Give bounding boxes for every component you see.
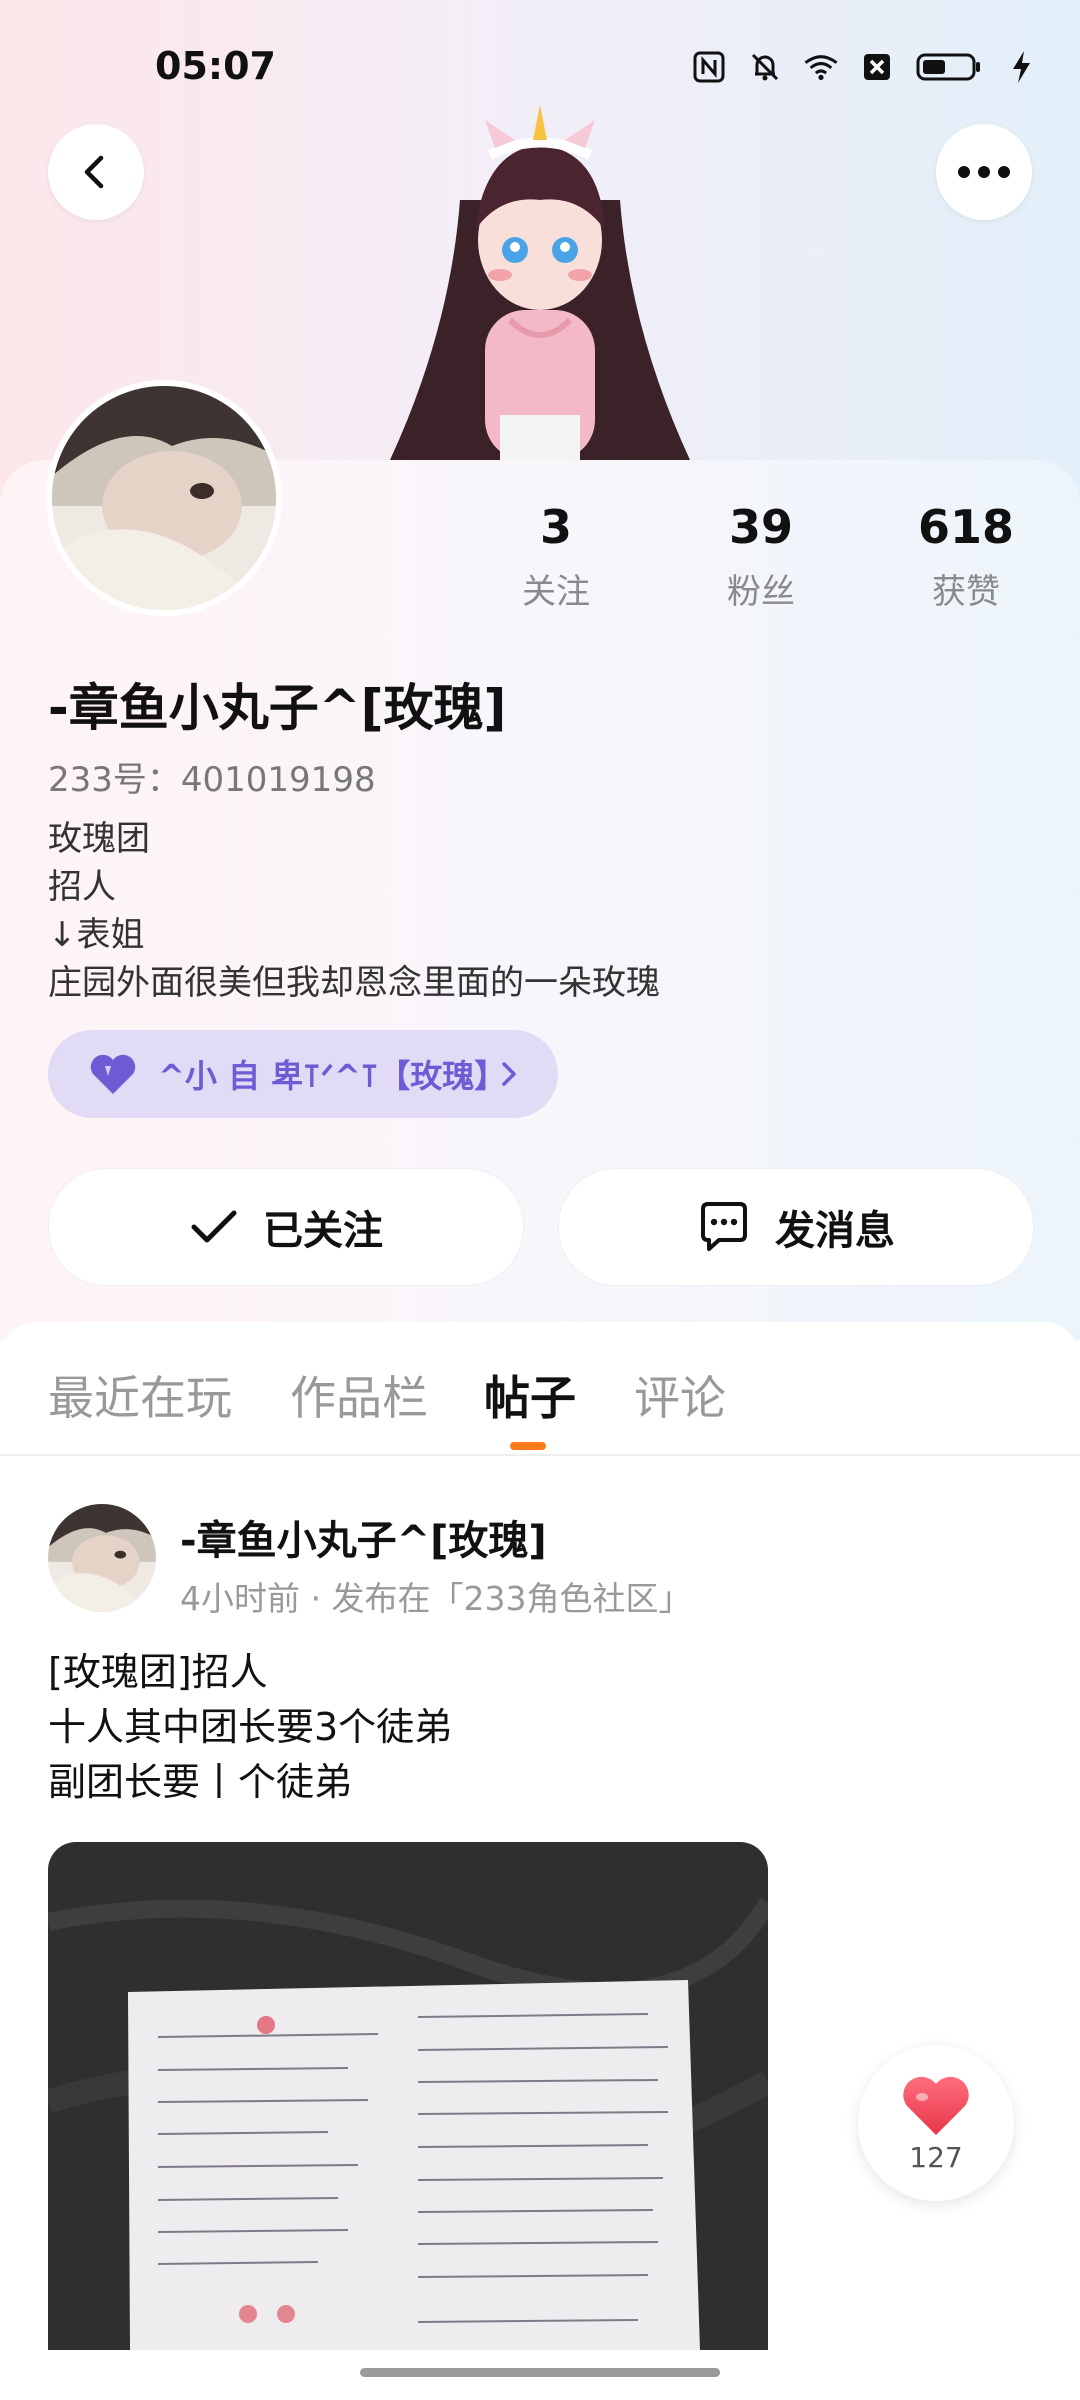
post-line: 副团长要丨个徒弟 xyxy=(48,1760,353,1804)
profile-username: -章鱼小丸子^[玫瑰] xyxy=(48,679,507,737)
post-image[interactable] xyxy=(48,1842,768,2350)
stat-following[interactable]: 3 关注 xyxy=(476,500,636,613)
post-body[interactable]: [玫瑰团]招人 十人其中团长要3个徒弟 副团长要丨个徒弟 xyxy=(48,1645,452,1810)
more-dots-icon xyxy=(958,166,1010,178)
profile-bio: 玫瑰团 招人 ↓表姐 庄园外面很美但我却恩念里面的一朵玫瑰 xyxy=(48,815,660,1007)
tab-comments[interactable]: 评论 xyxy=(634,1362,726,1428)
like-count: 127 xyxy=(909,2140,963,2174)
stat-likes-label: 获赞 xyxy=(932,572,1000,612)
tab-recently-played[interactable]: 最近在玩 xyxy=(48,1362,232,1428)
sim-off-icon xyxy=(858,48,896,86)
status-time: 05:07 xyxy=(155,44,276,88)
post-avatar-photo xyxy=(48,1504,156,1612)
battery-icon xyxy=(914,48,984,86)
post-line: [玫瑰团]招人 xyxy=(48,1650,268,1694)
group-tag-pill[interactable]: ^小 自 卑⊺ᐟ^⊺【玫瑰】 xyxy=(48,1030,558,1118)
send-message-button[interactable]: 发消息 xyxy=(558,1168,1034,1286)
check-icon xyxy=(191,1210,237,1243)
status-icons xyxy=(690,48,1040,86)
stat-fans[interactable]: 39 粉丝 xyxy=(681,500,841,613)
bio-line: ↓表姐 xyxy=(48,915,145,955)
tabs-divider xyxy=(0,1454,1080,1456)
like-button[interactable]: 127 xyxy=(858,2045,1014,2201)
stat-likes[interactable]: 618 获赞 xyxy=(886,500,1046,613)
stat-fans-value: 39 xyxy=(728,500,793,554)
chat-bubble-icon xyxy=(701,1202,747,1251)
home-indicator[interactable] xyxy=(360,2368,720,2377)
send-message-label: 发消息 xyxy=(775,1208,895,1254)
stat-following-label: 关注 xyxy=(522,572,590,612)
back-button[interactable] xyxy=(48,124,144,220)
more-options-button[interactable] xyxy=(936,124,1032,220)
followed-button-label: 已关注 xyxy=(263,1208,383,1254)
heart-icon xyxy=(903,2076,969,2135)
stat-fans-label: 粉丝 xyxy=(727,572,795,612)
bio-line: 招人 xyxy=(48,867,116,907)
heart-badge-icon xyxy=(90,1054,136,1094)
group-tag-label: ^小 自 卑⊺ᐟ^⊺【玫瑰】 xyxy=(158,1057,507,1095)
stat-likes-value: 618 xyxy=(917,500,1015,554)
chevron-right-icon xyxy=(502,1062,516,1086)
handwritten-note-photo xyxy=(48,1842,768,2350)
profile-avatar[interactable] xyxy=(46,380,282,616)
bio-line: 庄园外面很美但我却恩念里面的一朵玫瑰 xyxy=(48,963,660,1003)
wifi-icon xyxy=(802,48,840,86)
profile-tabs: 最近在玩 作品栏 帖子 评论 xyxy=(0,1322,1080,1457)
charging-icon xyxy=(1002,48,1040,86)
tab-posts[interactable]: 帖子 xyxy=(484,1362,576,1428)
avatar-photo xyxy=(52,386,276,610)
mute-icon xyxy=(746,48,784,86)
chevron-left-icon xyxy=(84,155,104,189)
post-author-avatar[interactable] xyxy=(48,1504,156,1612)
profile-user-id: 233号：401019198 xyxy=(48,760,376,800)
post-line: 十人其中团长要3个徒弟 xyxy=(48,1705,453,1749)
post-meta: 4小时前 · 发布在「233角色社区」 xyxy=(180,1579,692,1618)
followed-button[interactable]: 已关注 xyxy=(48,1168,524,1286)
tab-works[interactable]: 作品栏 xyxy=(290,1362,428,1428)
post-author-name[interactable]: -章鱼小丸子^[玫瑰] xyxy=(180,1508,547,1566)
active-tab-indicator xyxy=(510,1442,546,1450)
avatar-character-image[interactable] xyxy=(390,100,690,460)
nfc-icon xyxy=(690,48,728,86)
stat-following-value: 3 xyxy=(539,500,572,554)
bio-line: 玫瑰团 xyxy=(48,819,150,859)
